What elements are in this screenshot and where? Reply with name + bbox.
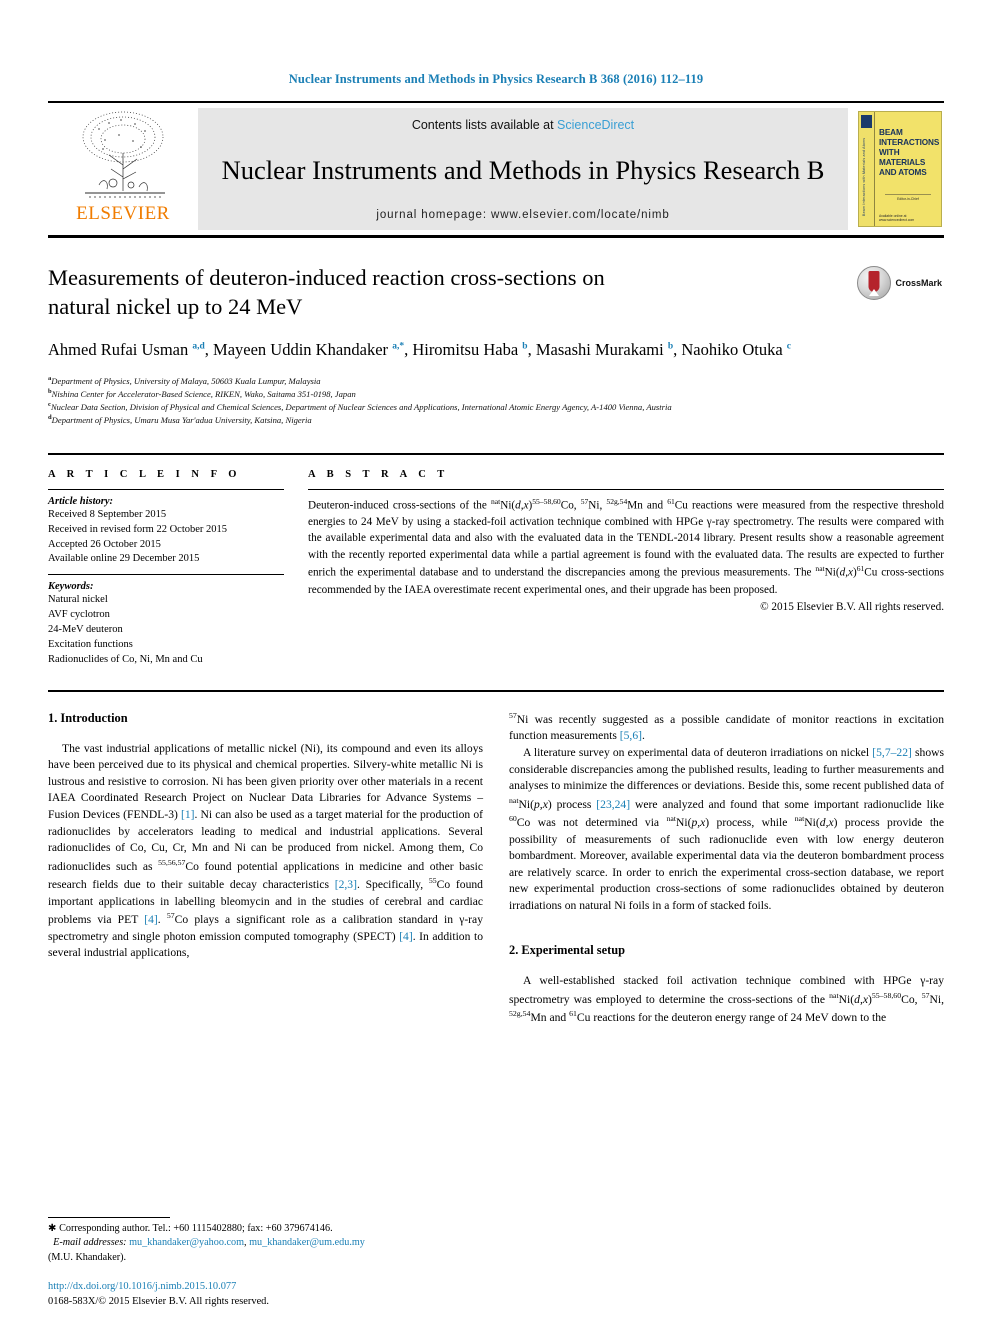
cover-bottom-text: Available online at www.sciencedirect.co…	[879, 214, 915, 222]
keyword-item: Radionuclides of Co, Ni, Mn and Cu	[48, 654, 203, 666]
history-online: Available online 29 December 2015	[48, 553, 200, 565]
abstract-body: Deuteron-induced cross-sections of the n…	[308, 496, 944, 596]
intro-paragraph-1: The vast industrial applications of meta…	[48, 741, 484, 960]
article-info-column: A R T I C L E I N F O Article history: R…	[48, 469, 284, 668]
intro-paragraph-3: A literature survey on experimental data…	[509, 745, 944, 912]
doi-block: http://dx.doi.org/10.1016/j.nimb.2015.10…	[48, 1279, 269, 1309]
running-head: Nuclear Instruments and Methods in Physi…	[288, 72, 704, 86]
sciencedirect-link[interactable]: ScienceDirect	[557, 118, 634, 132]
affiliation-text-a: Department of Physics, University of Mal…	[51, 375, 321, 386]
info-abstract-row: A R T I C L E I N F O Article history: R…	[48, 452, 944, 668]
email-label: E-mail addresses:	[53, 1237, 127, 1249]
email-link-2[interactable]: mu_khandaker@um.edu.my	[249, 1237, 365, 1248]
article-info-heading: A R T I C L E I N F O	[48, 468, 241, 480]
elsevier-wordmark: ELSEVIER	[76, 203, 170, 224]
journal-center-panel: Contents lists available at ScienceDirec…	[198, 108, 848, 230]
elsevier-logo: ELSEVIER	[48, 103, 198, 235]
crossmark-label: CrossMark	[895, 278, 942, 288]
author-list: Ahmed Rufai Usman a,d, Mayeen Uddin Khan…	[48, 339, 791, 359]
crossmark-icon	[857, 266, 892, 300]
affiliation-text-c: Nuclear Data Section, Division of Physic…	[50, 402, 672, 412]
cover-elsevier-badge-icon	[861, 115, 872, 128]
crossmark-notch-shape	[869, 289, 880, 296]
article-first-page: Nuclear Instruments and Methods in Physi…	[0, 0, 992, 1323]
contents-available-line: Contents lists available at ScienceDirec…	[412, 118, 634, 132]
experimental-paragraph-1: A well-established stacked foil activati…	[509, 974, 944, 1025]
keyword-item: 24-MeV deuteron	[48, 624, 123, 636]
cover-image: Beam Interactions with Materials and Ato…	[858, 111, 942, 227]
body-column-left: 1. Introduction The vast industrial appl…	[48, 710, 483, 1110]
contents-prefix: Contents lists available at	[411, 118, 558, 132]
keywords-title: Keywords:	[48, 581, 94, 593]
journal-masthead: ELSEVIER Contents lists available at Sci…	[48, 101, 944, 238]
affiliation-b: bNishina Center for Accelerator-Based Sc…	[48, 387, 944, 400]
journal-cover-thumbnail: Beam Interactions with Materials and Ato…	[848, 103, 944, 235]
history-received: Received 8 September 2015	[48, 508, 167, 520]
affiliation-text-b: Nishina Center for Accelerator-Based Sci…	[51, 388, 356, 399]
intro-paragraph-2: 57Ni was recently suggested as a possibl…	[509, 710, 944, 743]
elsevier-tree-icon	[82, 111, 165, 198]
cover-spine-text: Beam Interactions with Materials and Ato…	[862, 137, 866, 216]
doi-link[interactable]: http://dx.doi.org/10.1016/j.nimb.2015.10…	[48, 1279, 269, 1294]
affiliation-list: aDepartment of Physics, University of Ma…	[48, 374, 944, 427]
email-addresses-note: E-mail addresses: mu_khandaker@yahoo.com…	[53, 1237, 365, 1249]
footnote-divider	[48, 1217, 170, 1219]
journal-homepage-link[interactable]: journal homepage: www.elsevier.com/locat…	[376, 209, 669, 221]
keyword-item: AVF cyclotron	[48, 609, 110, 621]
body-columns: 1. Introduction The vast industrial appl…	[48, 689, 944, 1110]
section-heading-experimental-setup: 2. Experimental setup	[509, 943, 625, 958]
keyword-item: Natural nickel	[48, 594, 108, 606]
email-owner-note: (M.U. Khandaker).	[48, 1251, 127, 1263]
history-revised: Received in revised form 22 October 2015	[48, 523, 228, 535]
keywords-block: Keywords: Natural nickel AVF cyclotron 2…	[48, 575, 284, 668]
affiliation-c: cNuclear Data Section, Division of Physi…	[48, 400, 944, 413]
abstract-column: A B S T R A C T Deuteron-induced cross-s…	[308, 469, 944, 668]
cover-title: BEAM INTERACTIONS WITH MATERIALS AND ATO…	[879, 128, 940, 177]
keyword-item: Excitation functions	[48, 639, 133, 651]
section-heading-introduction: 1. Introduction	[48, 710, 128, 725]
abstract-heading: A B S T R A C T	[308, 468, 449, 480]
footnote-block: ✱ Corresponding author. Tel.: +60 111540…	[48, 1217, 468, 1265]
crossmark-badge-group[interactable]: CrossMark	[857, 266, 942, 300]
issn-copyright-line: 0168-583X/© 2015 Elsevier B.V. All right…	[48, 1295, 269, 1307]
affiliation-a: aDepartment of Physics, University of Ma…	[48, 374, 944, 387]
page-title: Measurements of deuteron-induced reactio…	[48, 265, 605, 319]
affiliation-text-d: Department of Physics, Umaru Musa Yar'ad…	[51, 415, 312, 426]
article-history-title: Article history:	[48, 495, 114, 507]
journal-title: Nuclear Instruments and Methods in Physi…	[221, 154, 825, 185]
body-column-right: 57Ni was recently suggested as a possibl…	[509, 710, 944, 1110]
email-link-1[interactable]: mu_khandaker@yahoo.com	[129, 1237, 244, 1248]
abstract-copyright: © 2015 Elsevier B.V. All rights reserved…	[760, 600, 944, 613]
affiliation-d: dDepartment of Physics, Umaru Musa Yar'a…	[48, 413, 944, 426]
cover-mid-text: Editor-in-Chief	[885, 194, 931, 201]
article-history-block: Article history: Received 8 September 20…	[48, 490, 284, 575]
corresponding-author-note: ✱ Corresponding author. Tel.: +60 111540…	[48, 1223, 333, 1235]
title-block: Measurements of deuteron-induced reactio…	[48, 264, 944, 427]
history-accepted: Accepted 26 October 2015	[48, 538, 161, 550]
